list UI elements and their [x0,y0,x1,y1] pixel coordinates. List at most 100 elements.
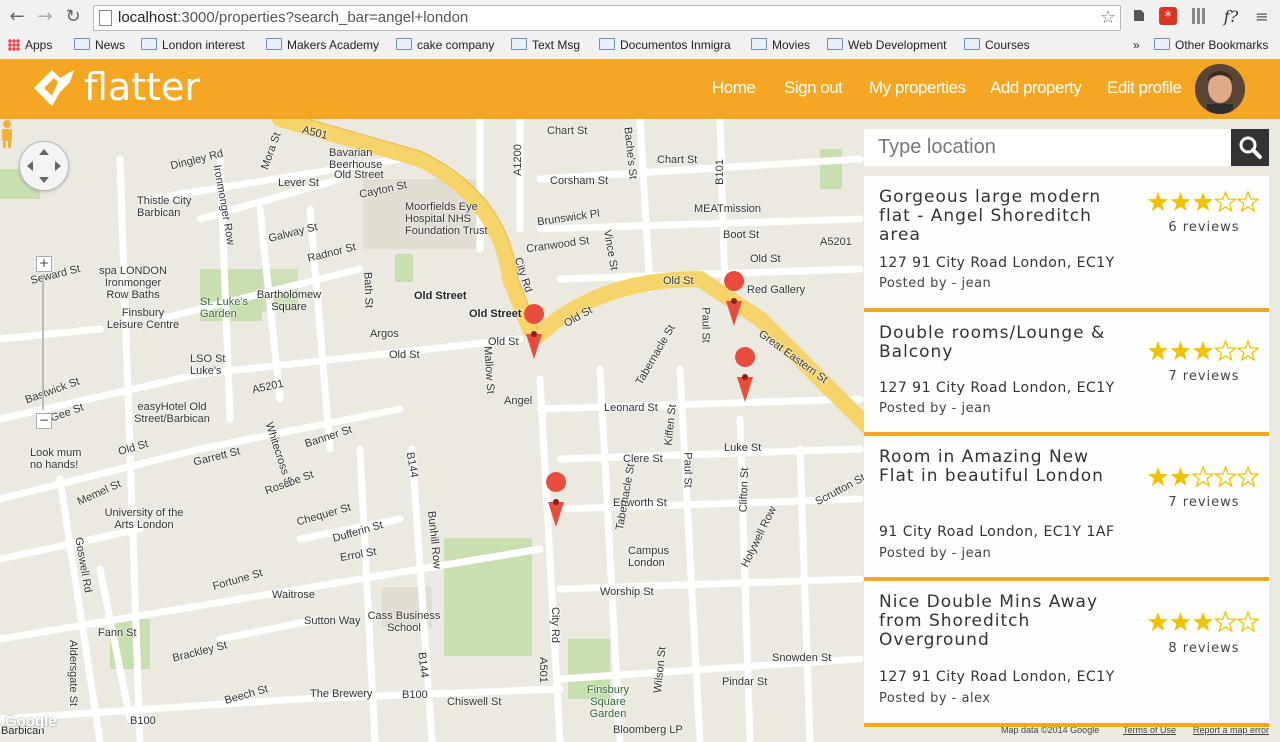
star-empty-icon [1236,611,1259,633]
nav-add-property[interactable]: Add property [990,78,1082,98]
map-label: Red Gallery [747,284,806,296]
bookmark-courses[interactable]: Courses [964,38,1030,52]
map-label: Old Street [469,308,522,320]
map-label: A5201 [820,236,852,248]
map-label: Chiswell St [447,696,502,708]
map-label: Leonard St [604,402,658,414]
bookmark-documentos[interactable]: Documentos Inmigra [599,38,731,52]
pan-up-icon[interactable] [39,149,49,155]
map-label: Finsbury Square Garden [586,684,630,720]
bookmark-cake-company[interactable]: cake company [396,38,494,52]
map-label: St. Luke's Garden [200,296,248,320]
map-label: Moorfields Eye Hospital NHS Foundation T… [405,201,488,237]
listing-card[interactable]: Double rooms/Lounge & Balcony 127 91 Cit… [864,312,1269,436]
map-label: easyHotel Old Street/Barbican [134,401,210,425]
columns-icon[interactable] [1189,7,1209,27]
lastpass-icon[interactable]: * [1158,7,1178,27]
review-count[interactable]: 6 reviews [1154,220,1254,235]
listing-posted-by: Posted by - alex [879,691,991,706]
map-label: Bavarian Beerhouse [329,147,383,171]
listing-title[interactable]: Nice Double Mins Away from Shoreditch Ov… [879,593,1109,650]
fontface-icon[interactable]: f? [1221,7,1241,27]
map-label: Cass Business School [367,610,441,634]
menu-icon[interactable]: ≡ [1252,7,1272,27]
star-filled-icon [1170,612,1191,631]
google-logo[interactable]: Google [5,713,57,730]
map-label: Waitrose [272,589,315,601]
bookmark-london-interest[interactable]: London interest [141,38,245,52]
nav-my-properties[interactable]: My properties [869,78,966,98]
map-label: Lever St [278,177,319,189]
search-button[interactable] [1231,129,1269,166]
review-count[interactable]: 7 reviews [1154,495,1254,510]
bookmarks-overflow[interactable]: » [1133,38,1140,52]
bookmark-makers-academy[interactable]: Makers Academy [266,38,379,52]
flatter-logo-icon[interactable] [30,66,76,110]
listing-card[interactable]: Room in Amazing New Flat in beautiful Lo… [864,436,1269,581]
folder-icon [511,38,527,50]
back-arrow-icon[interactable]: ← [7,7,27,27]
browser-chrome: ← → ↻ localhost:3000/properties?search_b… [0,0,1280,60]
review-count[interactable]: 8 reviews [1154,641,1254,656]
pan-control[interactable] [19,141,69,191]
map-label: Bloomberg LP [613,724,683,736]
pan-right-icon[interactable] [55,161,61,171]
star-rating [1148,466,1259,488]
zoom-in-button[interactable]: + [36,256,52,272]
star-empty-icon [1236,340,1259,362]
pan-down-icon[interactable] [39,177,49,183]
folder-icon [74,38,90,50]
review-count[interactable]: 7 reviews [1154,369,1254,384]
location-search [864,129,1231,166]
pan-left-icon[interactable] [27,161,33,171]
map-label: Aldersgate St [67,639,80,707]
star-empty-icon [1213,466,1238,488]
map-label: spa LONDON Ironmonger Row Baths [99,265,167,301]
bookmark-text-msg[interactable]: Text Msg [511,38,580,52]
forward-arrow-icon[interactable]: → [35,7,55,27]
bookmark-star-icon[interactable]: ☆ [1100,7,1116,28]
map-label: Boot St [723,229,760,241]
bookmark-movies[interactable]: Movies [751,38,810,52]
address-bar[interactable]: localhost:3000/properties?search_bar=ang… [93,5,1121,31]
star-filled-icon [1193,612,1213,631]
evernote-icon[interactable] [1129,7,1149,27]
map-label: Thistle City Barbican [137,195,192,219]
map-label: Old Street [334,169,384,181]
listing-address: 127 91 City Road London, EC1Y [879,380,1115,396]
nav-home[interactable]: Home [712,78,756,98]
folder-icon [751,38,767,50]
bookmark-news[interactable]: News [74,38,125,52]
avatar[interactable] [1195,64,1245,114]
bookmark-apps[interactable]: Apps [8,38,52,52]
search-input[interactable] [864,129,1221,166]
star-rating [1148,340,1259,362]
star-empty-icon [1213,611,1238,633]
zoom-out-button[interactable]: − [36,413,52,429]
bookmark-web-development[interactable]: Web Development [827,38,947,52]
page-icon [99,10,112,26]
zoom-slider[interactable] [42,274,44,410]
star-filled-icon [1170,341,1191,360]
listing-title[interactable]: Gorgeous large modern flat - Angel Shore… [879,188,1109,245]
listing-card[interactable]: Gorgeous large modern flat - Angel Shore… [864,176,1269,312]
bookmark-other[interactable]: Other Bookmarks [1154,38,1268,52]
map-label: Pindar St [722,676,768,688]
listing-title[interactable]: Room in Amazing New Flat in beautiful Lo… [879,448,1119,486]
map-label: The Brewery [310,688,373,700]
map-label: Old St [750,253,781,265]
map-label: B144 [415,651,431,679]
folder-icon [827,38,843,50]
bookmarks-bar: Apps News London interest Makers Academy… [0,35,1280,57]
nav-edit-profile[interactable]: Edit profile [1107,78,1182,98]
map-label: Bath St [361,271,375,309]
map-label: City Rd [549,606,562,644]
map-label: Bartholomew Square [256,289,322,313]
reload-icon[interactable]: ↻ [63,7,83,27]
listing-title[interactable]: Double rooms/Lounge & Balcony [879,324,1109,362]
nav-sign-out[interactable]: Sign out [784,78,843,98]
street-view-pegman-icon[interactable] [0,119,14,149]
brand-name[interactable]: flatter [84,65,200,109]
map-label: LSO St Luke's [190,353,226,377]
listing-card[interactable]: Nice Double Mins Away from Shoreditch Ov… [864,581,1269,727]
